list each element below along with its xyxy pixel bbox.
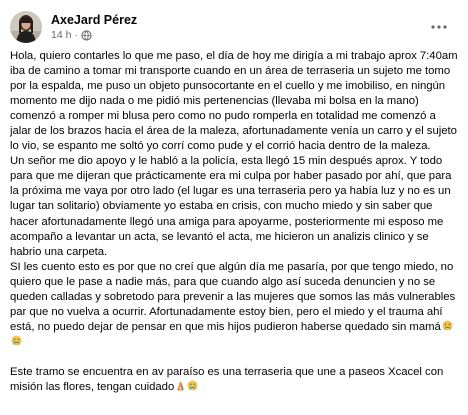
more-options-button[interactable] — [426, 16, 452, 38]
post-header-text: AxeJard Pérez 14 h · — [51, 13, 137, 41]
post-text: Hola, quiero contarles lo que me paso, e… — [10, 49, 460, 395]
folded-hands-emoji-icon — [175, 380, 186, 391]
post-paragraph-2-text: Este tramo se encuentra en av paraíso es… — [10, 365, 444, 393]
post-card: AxeJard Pérez 14 h · Hola, quiero contar… — [0, 0, 468, 415]
post-paragraph-2: Este tramo se encuentra en av paraíso es… — [10, 365, 460, 395]
more-options-icon — [431, 25, 447, 29]
meta-separator: · — [74, 29, 78, 42]
crying-face-emoji-icon — [11, 335, 22, 346]
crying-face-emoji-icon — [442, 320, 453, 331]
globe-icon[interactable] — [81, 30, 92, 41]
post-paragraph-1-text: Hola, quiero contarles lo que me paso, e… — [10, 50, 458, 333]
post-meta: 14 h · — [51, 29, 137, 41]
author-name[interactable]: AxeJard Pérez — [51, 13, 137, 27]
post-header: AxeJard Pérez 14 h · — [10, 10, 456, 44]
avatar[interactable] — [10, 11, 42, 43]
profile-photo-icon — [10, 11, 42, 43]
post-timestamp[interactable]: 14 h — [51, 29, 71, 41]
post-paragraph-1: Hola, quiero contarles lo que me paso, e… — [10, 49, 460, 350]
crying-face-emoji-icon — [187, 380, 198, 391]
